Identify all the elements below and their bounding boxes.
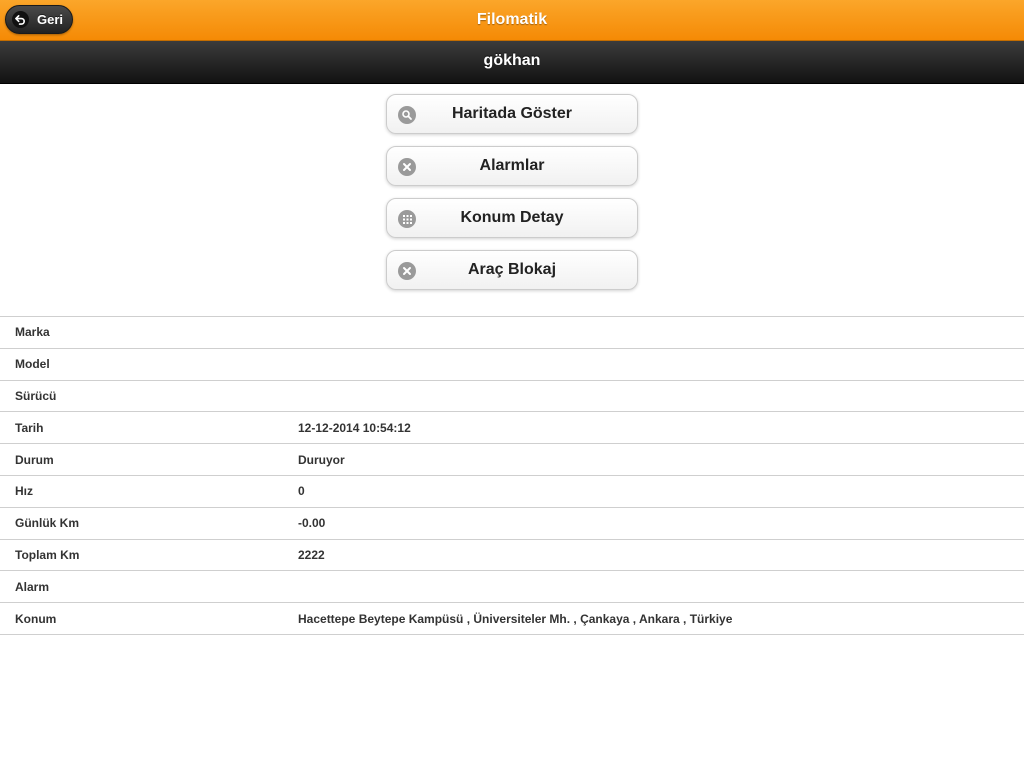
detail-value: 12-12-2014 10:54:12: [298, 420, 411, 435]
table-row: Sürücü: [0, 380, 1024, 412]
delete-icon: [398, 262, 416, 280]
location-detail-button[interactable]: Konum Detay: [386, 198, 638, 238]
alarms-label: Alarmlar: [479, 157, 545, 174]
grid-icon: [398, 210, 416, 228]
search-icon: [398, 106, 416, 124]
action-buttons: Haritada Göster Alarmlar Konum Detay Ara…: [386, 94, 638, 302]
detail-label: Durum: [15, 452, 54, 467]
alarms-button[interactable]: Alarmlar: [386, 146, 638, 186]
detail-value: -0.00: [298, 516, 326, 531]
table-row: Model: [0, 348, 1024, 380]
table-row: Konum Hacettepe Beytepe Kampüsü , Üniver…: [0, 602, 1024, 635]
vehicle-details-table: Marka Model Sürücü Tarih 12-12-2014 10:5…: [0, 316, 1024, 635]
detail-label: Konum: [15, 611, 57, 626]
detail-value: [298, 571, 1024, 603]
table-row: Durum Duruyor: [0, 443, 1024, 476]
vehicle-block-label: Araç Blokaj: [467, 261, 557, 278]
detail-value: [298, 348, 1024, 380]
location-detail-label: Konum Detay: [460, 209, 564, 226]
detail-value: 0: [298, 484, 305, 499]
show-on-map-button[interactable]: Haritada Göster: [386, 94, 638, 134]
detail-label: Model: [15, 357, 50, 372]
detail-label: Sürücü: [15, 388, 57, 403]
detail-value: [298, 380, 1024, 412]
table-row: Hız 0: [0, 475, 1024, 507]
show-on-map-label: Haritada Göster: [451, 105, 573, 122]
detail-label: Tarih: [15, 420, 44, 435]
detail-value: 2222: [298, 547, 325, 562]
detail-value: Hacettepe Beytepe Kampüsü , Üniversitele…: [298, 611, 733, 626]
table-row: Tarih 12-12-2014 10:54:12: [0, 411, 1024, 444]
detail-value: [298, 317, 1024, 349]
table-row: Toplam Km 2222: [0, 539, 1024, 571]
app-header: Geri Filomatik: [0, 0, 1024, 41]
detail-label: Marka: [15, 325, 50, 340]
detail-label: Alarm: [15, 579, 50, 594]
detail-label: Toplam Km: [15, 547, 80, 562]
detail-label: Günlük Km: [15, 516, 80, 531]
vehicle-block-button[interactable]: Araç Blokaj: [386, 250, 638, 290]
vehicle-header: gökhan: [0, 41, 1024, 84]
table-row: Günlük Km -0.00: [0, 507, 1024, 539]
table-row: Alarm: [0, 570, 1024, 603]
app-title: Filomatik: [476, 11, 548, 28]
detail-label: Hız: [15, 484, 33, 499]
delete-icon: [398, 158, 416, 176]
vehicle-name: gökhan: [483, 52, 541, 69]
table-row: Marka: [0, 316, 1024, 349]
detail-value: Duruyor: [298, 452, 345, 467]
